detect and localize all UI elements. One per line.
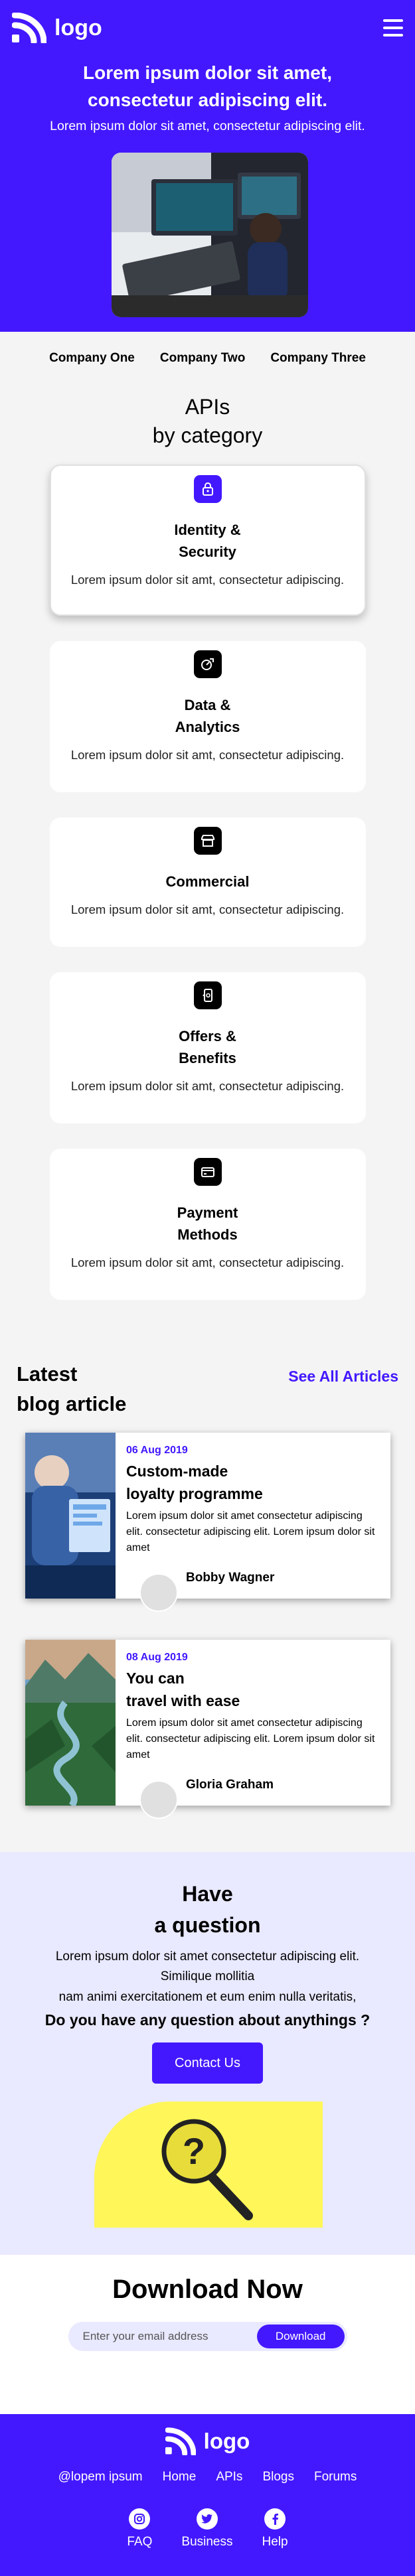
lock-icon [193, 475, 222, 504]
api-card-description: Lorem ipsum dolor sit amt, consectetur a… [70, 573, 345, 587]
download-heading: Download Now [0, 2255, 415, 2305]
facebook-icon [264, 2508, 286, 2530]
hero-image [112, 153, 308, 317]
blog-post-author: Bobby Wagner [186, 1571, 275, 1585]
footer-social-label: Help [262, 2535, 288, 2549]
api-card-description: Lorem ipsum dolor sit amt, consectetur a… [70, 1255, 345, 1270]
api-card-commercial[interactable]: Commercial Lorem ipsum dolor sit amt, co… [49, 818, 366, 948]
api-card-description: Lorem ipsum dolor sit amt, consectetur a… [70, 748, 345, 762]
twitter-icon [196, 2508, 218, 2530]
question-heading: Have a question [154, 1882, 261, 1937]
apis-heading-line1: APIs [185, 395, 230, 419]
api-card-title: Data & Analytics [175, 697, 240, 736]
logo-icon [12, 13, 46, 43]
analytics-icon [193, 650, 222, 679]
logo-text: logo [203, 2429, 250, 2454]
question-prompt: Do you have any question about anythings… [44, 2011, 371, 2029]
footer-logo[interactable]: logo [0, 2414, 415, 2456]
instagram-icon [129, 2508, 151, 2530]
blog-post-title: You can travel with ease [126, 1670, 240, 1709]
blog-post-image [25, 1433, 116, 1599]
api-card-description: Lorem ipsum dolor sit amt, consectetur a… [70, 1079, 345, 1094]
footer-social-label: Business [181, 2535, 233, 2549]
logo-text: logo [54, 15, 102, 40]
download-section: Download Now Download [0, 2255, 415, 2415]
api-card-offers-benefits[interactable]: Offers & Benefits Lorem ipsum dolor sit … [49, 972, 366, 1124]
footer-nav: @lopem ipsum Home APIs Blogs Forums [0, 2470, 415, 2484]
hero-section: logo Lorem ipsum dolor sit amet, consect… [0, 0, 415, 332]
question-text: Lorem ipsum dolor sit amet consectetur a… [0, 1947, 415, 2007]
footer-link-apis[interactable]: APIs [216, 2470, 242, 2484]
api-card-description: Lorem ipsum dolor sit amt, consectetur a… [70, 902, 345, 917]
footer-link-home[interactable]: Home [163, 2470, 197, 2484]
api-card-title: Payment Methods [177, 1204, 238, 1244]
footer-social: FAQ Business Help [0, 2508, 415, 2549]
apis-heading-line2: by category [152, 423, 263, 448]
mobile-offer-icon [193, 981, 222, 1010]
download-button[interactable]: Download [256, 2325, 345, 2349]
blog-post-title: Custom-made loyalty programme [126, 1463, 263, 1502]
footer-social-label: FAQ [127, 2535, 153, 2549]
question-text-line: Similique mollitia [160, 1969, 255, 1984]
top-bar: logo [0, 0, 415, 56]
author-avatar [139, 1780, 178, 1820]
store-icon [193, 827, 222, 855]
api-category-list: Identity & Security Lorem ipsum dolor si… [0, 465, 415, 1301]
blog-post-image [25, 1640, 116, 1806]
question-text-line: nam animi exercitationem et eum enim nul… [58, 1989, 357, 2004]
company-name: Company Two [159, 351, 246, 365]
blog-post-author: Gloria Graham [186, 1778, 274, 1792]
question-mark-illustration: ? [94, 2102, 323, 2228]
api-card-title: Commercial [165, 873, 250, 891]
logo-icon [165, 2427, 196, 2456]
blog-post-date: 06 Aug 2019 [126, 1445, 188, 1457]
api-card-data-analytics[interactable]: Data & Analytics Lorem ipsum dolor sit a… [49, 641, 366, 793]
api-card-title: Offers & Benefits [179, 1028, 236, 1067]
blog-post-excerpt: Lorem ipsum dolor sit amet consectetur a… [126, 1717, 375, 1761]
blog-post-card[interactable]: 06 Aug 2019 Custom-made loyalty programm… [25, 1433, 390, 1612]
download-heading-bold: Download [112, 2275, 240, 2305]
blog-post-date: 08 Aug 2019 [126, 1652, 188, 1664]
blog-post-card[interactable]: 08 Aug 2019 You can travel with ease Lor… [25, 1640, 390, 1820]
footer-link-forums[interactable]: Forums [314, 2470, 357, 2484]
footer-business-link[interactable]: Business [181, 2508, 233, 2549]
apis-heading: APIs by category [0, 393, 415, 450]
footer-faq-link[interactable]: FAQ [127, 2508, 152, 2549]
svg-text:?: ? [183, 2130, 205, 2172]
question-section: Have a question Lorem ipsum dolor sit am… [0, 1852, 415, 2255]
footer-link-blogs[interactable]: Blogs [262, 2470, 294, 2484]
api-card-identity-security[interactable]: Identity & Security Lorem ipsum dolor si… [49, 465, 366, 616]
hero-title: Lorem ipsum dolor sit amet, consectetur … [83, 62, 332, 110]
hamburger-menu-icon[interactable] [383, 19, 403, 36]
question-text-line: Lorem ipsum dolor sit amet consectetur a… [55, 1950, 360, 1964]
logo[interactable]: logo [12, 13, 102, 43]
blog-header: Latest blog article See All Articles [0, 1360, 415, 1419]
blog-heading: Latest blog article [17, 1362, 127, 1416]
company-name: Company Three [270, 351, 366, 365]
see-all-articles-link[interactable]: See All Articles [288, 1368, 398, 1419]
company-name: Company One [49, 351, 135, 365]
api-card-title: Identity & Security [174, 522, 241, 561]
author-avatar [139, 1573, 178, 1612]
email-input[interactable] [82, 2330, 257, 2344]
footer: logo @lopem ipsum Home APIs Blogs Forums… [0, 2414, 415, 2576]
footer-link[interactable]: @lopem ipsum [58, 2470, 143, 2484]
hero-subtitle: Lorem ipsum dolor sit amet, consectetur … [50, 119, 365, 134]
api-card-payment-methods[interactable]: Payment Methods Lorem ipsum dolor sit am… [49, 1149, 366, 1301]
contact-us-button[interactable]: Contact Us [152, 2042, 263, 2084]
download-heading-rest: Now [239, 2275, 303, 2305]
footer-help-link[interactable]: Help [262, 2508, 288, 2549]
download-form: Download [68, 2322, 347, 2352]
card-payment-icon [193, 1158, 222, 1186]
blog-post-excerpt: Lorem ipsum dolor sit amet consectetur a… [126, 1510, 375, 1554]
company-strip: Company One Company Two Company Three [0, 332, 415, 385]
